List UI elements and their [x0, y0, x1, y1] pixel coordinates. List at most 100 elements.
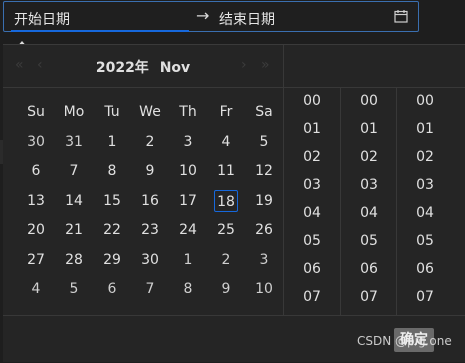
- end-date-input[interactable]: 结束日期: [219, 9, 275, 29]
- time-option[interactable]: 05: [284, 227, 340, 255]
- day-number: 30: [141, 251, 159, 268]
- calendar-day[interactable]: 24: [169, 216, 207, 246]
- time-option[interactable]: 07: [341, 283, 397, 311]
- time-option[interactable]: 07: [397, 283, 453, 311]
- calendar-day[interactable]: 3: [245, 245, 283, 275]
- day-number: 25: [217, 222, 235, 239]
- day-number: 26: [255, 222, 273, 239]
- day-number: 8: [107, 163, 117, 180]
- day-number: 16: [141, 192, 159, 209]
- day-number: 2: [145, 133, 155, 150]
- time-option[interactable]: 03: [284, 171, 340, 199]
- calendar-day[interactable]: 20: [17, 216, 55, 246]
- date-range-input[interactable]: 开始日期 → 结束日期: [3, 1, 419, 32]
- time-option[interactable]: 00: [397, 87, 453, 115]
- time-option[interactable]: 02: [284, 143, 340, 171]
- time-option[interactable]: 04: [397, 199, 453, 227]
- start-date-input[interactable]: 开始日期: [14, 9, 70, 29]
- calendar-day[interactable]: 21: [55, 216, 93, 246]
- day-number: 4: [221, 133, 231, 150]
- day-number: 27: [27, 251, 45, 268]
- calendar-day[interactable]: 17: [169, 186, 207, 216]
- time-option[interactable]: 06: [284, 255, 340, 283]
- calendar-day[interactable]: 9: [207, 275, 245, 305]
- calendar-icon[interactable]: [394, 9, 408, 23]
- calendar-day[interactable]: 8: [169, 275, 207, 305]
- day-number: 6: [107, 281, 117, 298]
- calendar-day[interactable]: 6: [93, 275, 131, 305]
- time-option[interactable]: 04: [284, 199, 340, 227]
- calendar-day[interactable]: 10: [245, 275, 283, 305]
- day-number: 17: [179, 192, 197, 209]
- time-option[interactable]: 03: [341, 171, 397, 199]
- month-select[interactable]: Nov: [160, 60, 190, 76]
- calendar-day[interactable]: 4: [207, 127, 245, 157]
- next-year-icon[interactable]: »: [261, 57, 270, 73]
- calendar-day[interactable]: 11: [207, 157, 245, 187]
- second-column[interactable]: 00 01 02 03 04 05 06 07: [396, 87, 453, 315]
- day-number: 8: [183, 281, 193, 298]
- year-select[interactable]: 2022年: [96, 60, 149, 76]
- calendar-day[interactable]: 2: [131, 127, 169, 157]
- calendar-day[interactable]: 28: [55, 245, 93, 275]
- time-option[interactable]: 06: [397, 255, 453, 283]
- calendar-day[interactable]: 6: [17, 157, 55, 187]
- calendar-day[interactable]: 8: [93, 157, 131, 187]
- calendar-day[interactable]: 2: [207, 245, 245, 275]
- time-option[interactable]: 01: [284, 115, 340, 143]
- day-number: 24: [179, 222, 197, 239]
- calendar-day-today[interactable]: 18: [207, 186, 245, 216]
- day-number: 11: [217, 163, 235, 180]
- calendar-day[interactable]: 27: [17, 245, 55, 275]
- weekday-label: Sa: [255, 104, 273, 120]
- calendar-day[interactable]: 3: [169, 127, 207, 157]
- calendar-day[interactable]: 14: [55, 186, 93, 216]
- calendar-day[interactable]: 29: [93, 245, 131, 275]
- time-option[interactable]: 01: [341, 115, 397, 143]
- calendar-day[interactable]: 26: [245, 216, 283, 246]
- time-option[interactable]: 00: [341, 87, 397, 115]
- time-option[interactable]: 00: [284, 87, 340, 115]
- day-number: 5: [69, 281, 79, 298]
- hour-column[interactable]: 00 01 02 03 04 05 06 07: [284, 87, 340, 315]
- calendar-day[interactable]: 30: [17, 127, 55, 157]
- time-option[interactable]: 02: [341, 143, 397, 171]
- weekday-label: Tu: [104, 104, 120, 120]
- calendar-week-row: 13 14 15 16 17 18 19: [17, 186, 283, 216]
- calendar-day[interactable]: 5: [55, 275, 93, 305]
- calendar-day[interactable]: 1: [169, 245, 207, 275]
- calendar-day[interactable]: 5: [245, 127, 283, 157]
- calendar-day[interactable]: 16: [131, 186, 169, 216]
- time-option[interactable]: 04: [341, 199, 397, 227]
- calendar-day[interactable]: 7: [55, 157, 93, 187]
- time-option[interactable]: 07: [284, 283, 340, 311]
- calendar-day[interactable]: 30: [131, 245, 169, 275]
- day-number: 21: [65, 222, 83, 239]
- day-number: 28: [65, 251, 83, 268]
- minute-column[interactable]: 00 01 02 03 04 05 06 07: [340, 87, 397, 315]
- time-option[interactable]: 02: [397, 143, 453, 171]
- calendar-day[interactable]: 7: [131, 275, 169, 305]
- calendar-day[interactable]: 12: [245, 157, 283, 187]
- day-number: 13: [27, 192, 45, 209]
- time-option[interactable]: 03: [397, 171, 453, 199]
- day-number: 1: [183, 251, 193, 268]
- day-number: 20: [27, 222, 45, 239]
- time-option[interactable]: 01: [397, 115, 453, 143]
- time-option[interactable]: 05: [397, 227, 453, 255]
- calendar-day[interactable]: 1: [93, 127, 131, 157]
- calendar-day[interactable]: 22: [93, 216, 131, 246]
- calendar-day[interactable]: 19: [245, 186, 283, 216]
- calendar-day[interactable]: 25: [207, 216, 245, 246]
- calendar-day[interactable]: 10: [169, 157, 207, 187]
- calendar-day[interactable]: 23: [131, 216, 169, 246]
- calendar-day[interactable]: 13: [17, 186, 55, 216]
- calendar-day[interactable]: 31: [55, 127, 93, 157]
- next-month-icon[interactable]: ›: [241, 57, 247, 73]
- time-option[interactable]: 06: [341, 255, 397, 283]
- day-number: 3: [259, 251, 269, 268]
- calendar-day[interactable]: 4: [17, 275, 55, 305]
- calendar-day[interactable]: 15: [93, 186, 131, 216]
- time-option[interactable]: 05: [341, 227, 397, 255]
- calendar-day[interactable]: 9: [131, 157, 169, 187]
